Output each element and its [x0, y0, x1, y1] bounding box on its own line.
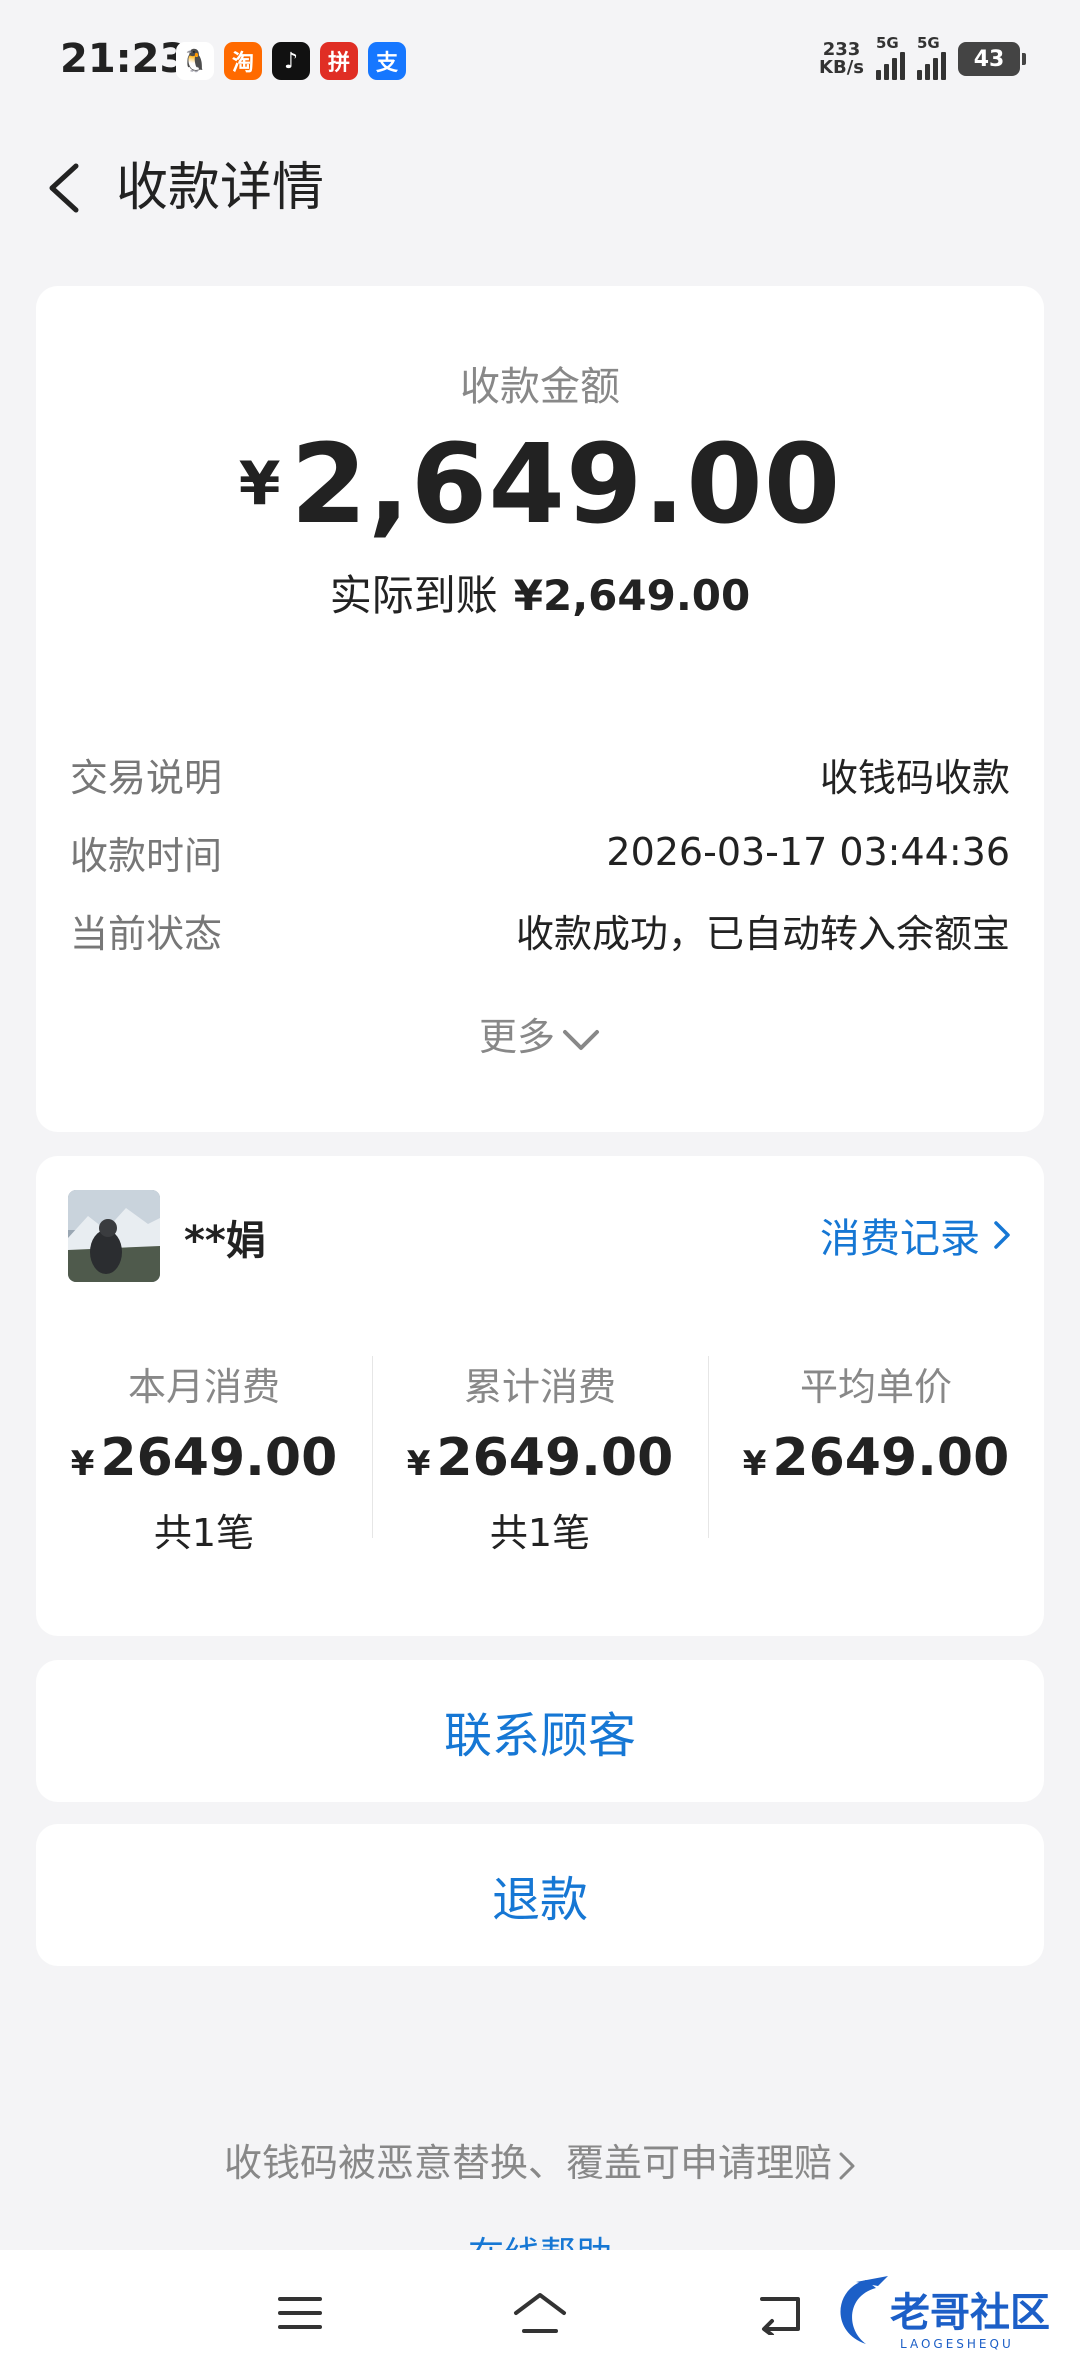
detail-value: 收钱码收款 — [819, 755, 1010, 800]
sim1-network-type: 5G — [876, 34, 899, 52]
stat-total: 累计消费 ¥2649.00 共1笔 — [372, 1356, 708, 1557]
arrived-label: 实际到账 — [329, 571, 498, 620]
notification-icons: 🐧 淘 ♪ 拼 支 — [176, 42, 406, 80]
chevron-right-icon — [994, 1221, 1010, 1249]
stat-count: 共1笔 — [489, 1511, 591, 1555]
contact-customer-button[interactable]: 联系顾客 — [36, 1660, 1044, 1802]
header: 收款详情 — [0, 130, 1080, 250]
home-nav-button[interactable] — [505, 2278, 575, 2348]
stat-amount: 2649.00 — [772, 1428, 1010, 1488]
amount-label: 收款金额 — [460, 364, 620, 410]
stat-label: 本月消费 — [127, 1365, 280, 1409]
records-label: 消费记录 — [820, 1216, 980, 1262]
detail-value: 收款成功，已自动转入余额宝 — [515, 911, 1010, 956]
watermark-logo: 老哥社区 LAOGESHEQU — [826, 2270, 1066, 2356]
stat-value: ¥2649.00 — [36, 1428, 372, 1488]
status-time: 21:23 — [60, 36, 188, 82]
online-help-link[interactable]: 在线帮助 — [0, 2226, 1080, 2250]
more-button[interactable]: 更多 — [36, 1006, 1044, 1061]
stat-label: 累计消费 — [463, 1365, 616, 1409]
stat-currency: ¥ — [70, 1444, 95, 1484]
back-arrow-icon — [760, 2297, 800, 2335]
signal-icon-sim2: 5G — [917, 34, 946, 80]
stat-value: ¥2649.00 — [708, 1428, 1044, 1488]
network-speed: 233 KB/s — [819, 41, 864, 77]
stat-currency: ¥ — [742, 1444, 767, 1484]
more-label: 更多 — [478, 1015, 555, 1059]
status-indicators: 233 KB/s 5G 5G 43 — [819, 34, 1026, 80]
menu-icon — [278, 2297, 322, 2329]
status-bar: 21:23 🐧 淘 ♪ 拼 支 233 KB/s 5G 5G 43 — [0, 0, 1080, 120]
chevron-left-icon — [49, 163, 79, 213]
detail-key: 当前状态 — [70, 911, 223, 956]
refund-button[interactable]: 退款 — [36, 1824, 1044, 1966]
detail-value: 2026-03-17 03:44:36 — [606, 830, 1010, 874]
customer-stats: 本月消费 ¥2649.00 共1笔 累计消费 ¥2649.00 共1笔 平均单价… — [36, 1356, 1044, 1557]
chevron-down-icon — [563, 1029, 599, 1050]
tiktok-icon: ♪ — [272, 42, 310, 80]
claim-link[interactable]: 收钱码被恶意替换、覆盖可申请理赔 — [0, 2132, 1080, 2187]
battery-icon: 43 — [958, 42, 1026, 76]
chevron-right-icon — [839, 2152, 855, 2179]
svg-text:老哥社区: 老哥社区 — [890, 2290, 1050, 2336]
stat-amount: 2649.00 — [100, 1428, 338, 1488]
customer-name: **娟 — [184, 1218, 266, 1264]
stat-monthly: 本月消费 ¥2649.00 共1笔 — [36, 1356, 372, 1557]
customer-card: **娟 消费记录 本月消费 ¥2649.00 共1笔 累计消费 ¥2649.00… — [36, 1156, 1044, 1636]
avatar[interactable] — [68, 1190, 160, 1282]
pinduoduo-icon: 拼 — [320, 42, 358, 80]
amount-value: ¥2,649.00 — [36, 420, 1044, 548]
signal-icon-sim1: 5G — [876, 34, 905, 80]
back-nav-button[interactable] — [745, 2278, 815, 2348]
detail-row-description: 交易说明 收钱码收款 — [70, 744, 1010, 804]
stat-label: 平均单价 — [799, 1365, 952, 1409]
stat-currency: ¥ — [406, 1444, 431, 1484]
detail-key: 收款时间 — [70, 833, 223, 878]
detail-row-status: 当前状态 收款成功，已自动转入余额宝 — [70, 900, 1010, 960]
claim-label: 收钱码被恶意替换、覆盖可申请理赔 — [223, 2141, 832, 2185]
detail-row-time: 收款时间 2026-03-17 03:44:36 — [70, 822, 1010, 882]
page-title: 收款详情 — [116, 158, 325, 218]
sim2-network-type: 5G — [917, 34, 940, 52]
arrived-value: ¥2,649.00 — [513, 571, 751, 620]
system-nav-bar: 老哥社区 LAOGESHEQU — [0, 2250, 1080, 2376]
qq-icon: 🐧 — [176, 42, 214, 80]
back-button[interactable] — [32, 156, 96, 220]
stat-count: 共1笔 — [153, 1511, 255, 1555]
home-icon — [514, 2293, 566, 2333]
currency-symbol: ¥ — [238, 449, 281, 519]
stat-value: ¥2649.00 — [372, 1428, 708, 1488]
amount-number: 2,649.00 — [290, 420, 842, 548]
stat-amount: 2649.00 — [436, 1428, 674, 1488]
consumption-records-link[interactable]: 消费记录 — [820, 1206, 1012, 1264]
network-speed-unit: KB/s — [819, 57, 864, 78]
alipay-icon: 支 — [368, 42, 406, 80]
detail-key: 交易说明 — [70, 755, 223, 800]
taobao-icon: 淘 — [224, 42, 262, 80]
menu-nav-button[interactable] — [265, 2278, 335, 2348]
avatar-image — [68, 1190, 160, 1282]
payment-summary-card: 收款金额 ¥2,649.00 实际到账 ¥2,649.00 交易说明 收钱码收款 … — [36, 286, 1044, 1132]
actual-arrived: 实际到账 ¥2,649.00 — [36, 562, 1044, 623]
stat-average: 平均单价 ¥2649.00 — [708, 1356, 1044, 1557]
svg-text:LAOGESHEQU: LAOGESHEQU — [900, 2337, 1014, 2351]
